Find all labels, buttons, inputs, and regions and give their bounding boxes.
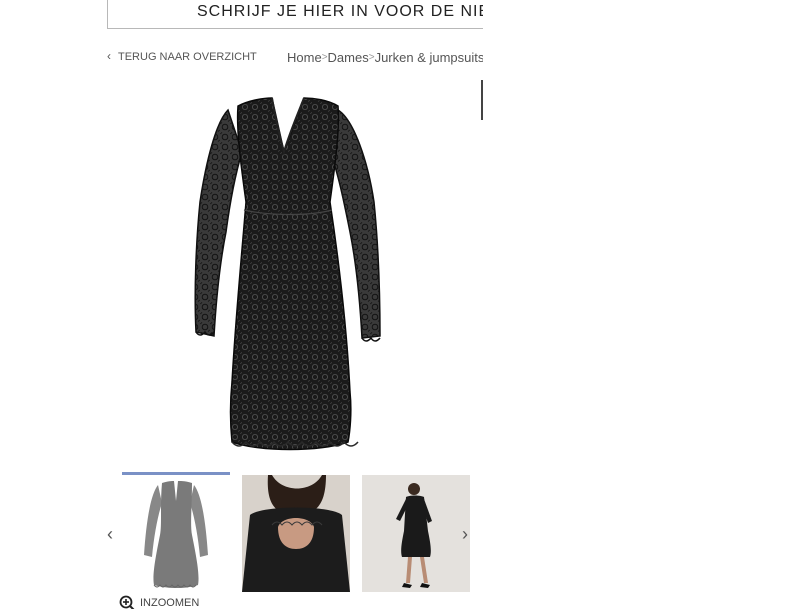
panel-edge-divider	[481, 80, 483, 120]
zoom-button[interactable]: INZOOMEN	[119, 595, 199, 609]
product-page: SCHRIJF JE HIER IN VOOR DE NIEUWSBRIEF ‹…	[0, 0, 800, 609]
chevron-right-icon: ›	[462, 523, 468, 544]
thumbnail-image	[122, 475, 230, 592]
breadcrumb-dames[interactable]: Dames	[328, 50, 369, 65]
back-to-overview-link[interactable]: ‹ TERUG NAAR OVERZICHT	[107, 49, 257, 64]
thumbnail-dress-back-model[interactable]	[242, 475, 350, 592]
thumbnail-dress-front[interactable]	[122, 472, 230, 592]
breadcrumb: Home > Dames > Jurken & jumpsuits	[287, 48, 483, 66]
thumbnail-image	[242, 475, 350, 592]
back-link-label: TERUG NAAR OVERZICHT	[118, 51, 257, 63]
thumbnail-image	[362, 475, 470, 592]
thumbnail-next-button[interactable]: ›	[458, 522, 472, 546]
newsletter-banner[interactable]: SCHRIJF JE HIER IN VOOR DE NIEUWSBRIEF	[107, 0, 483, 29]
newsletter-text[interactable]: SCHRIJF JE HIER IN VOOR DE NIEUWSBRIEF	[197, 3, 483, 21]
breadcrumb-jurken[interactable]: Jurken & jumpsuits	[375, 50, 483, 65]
zoom-label: INZOOMEN	[140, 597, 200, 609]
chevron-left-icon: ‹	[107, 523, 113, 544]
thumbnail-prev-button[interactable]: ‹	[103, 522, 117, 546]
main-product-image[interactable]	[180, 92, 400, 457]
zoom-in-icon	[119, 595, 135, 609]
breadcrumb-home[interactable]: Home	[287, 50, 322, 65]
thumbnail-dress-full-model[interactable]	[362, 475, 470, 592]
chevron-left-icon: ‹	[107, 49, 111, 63]
